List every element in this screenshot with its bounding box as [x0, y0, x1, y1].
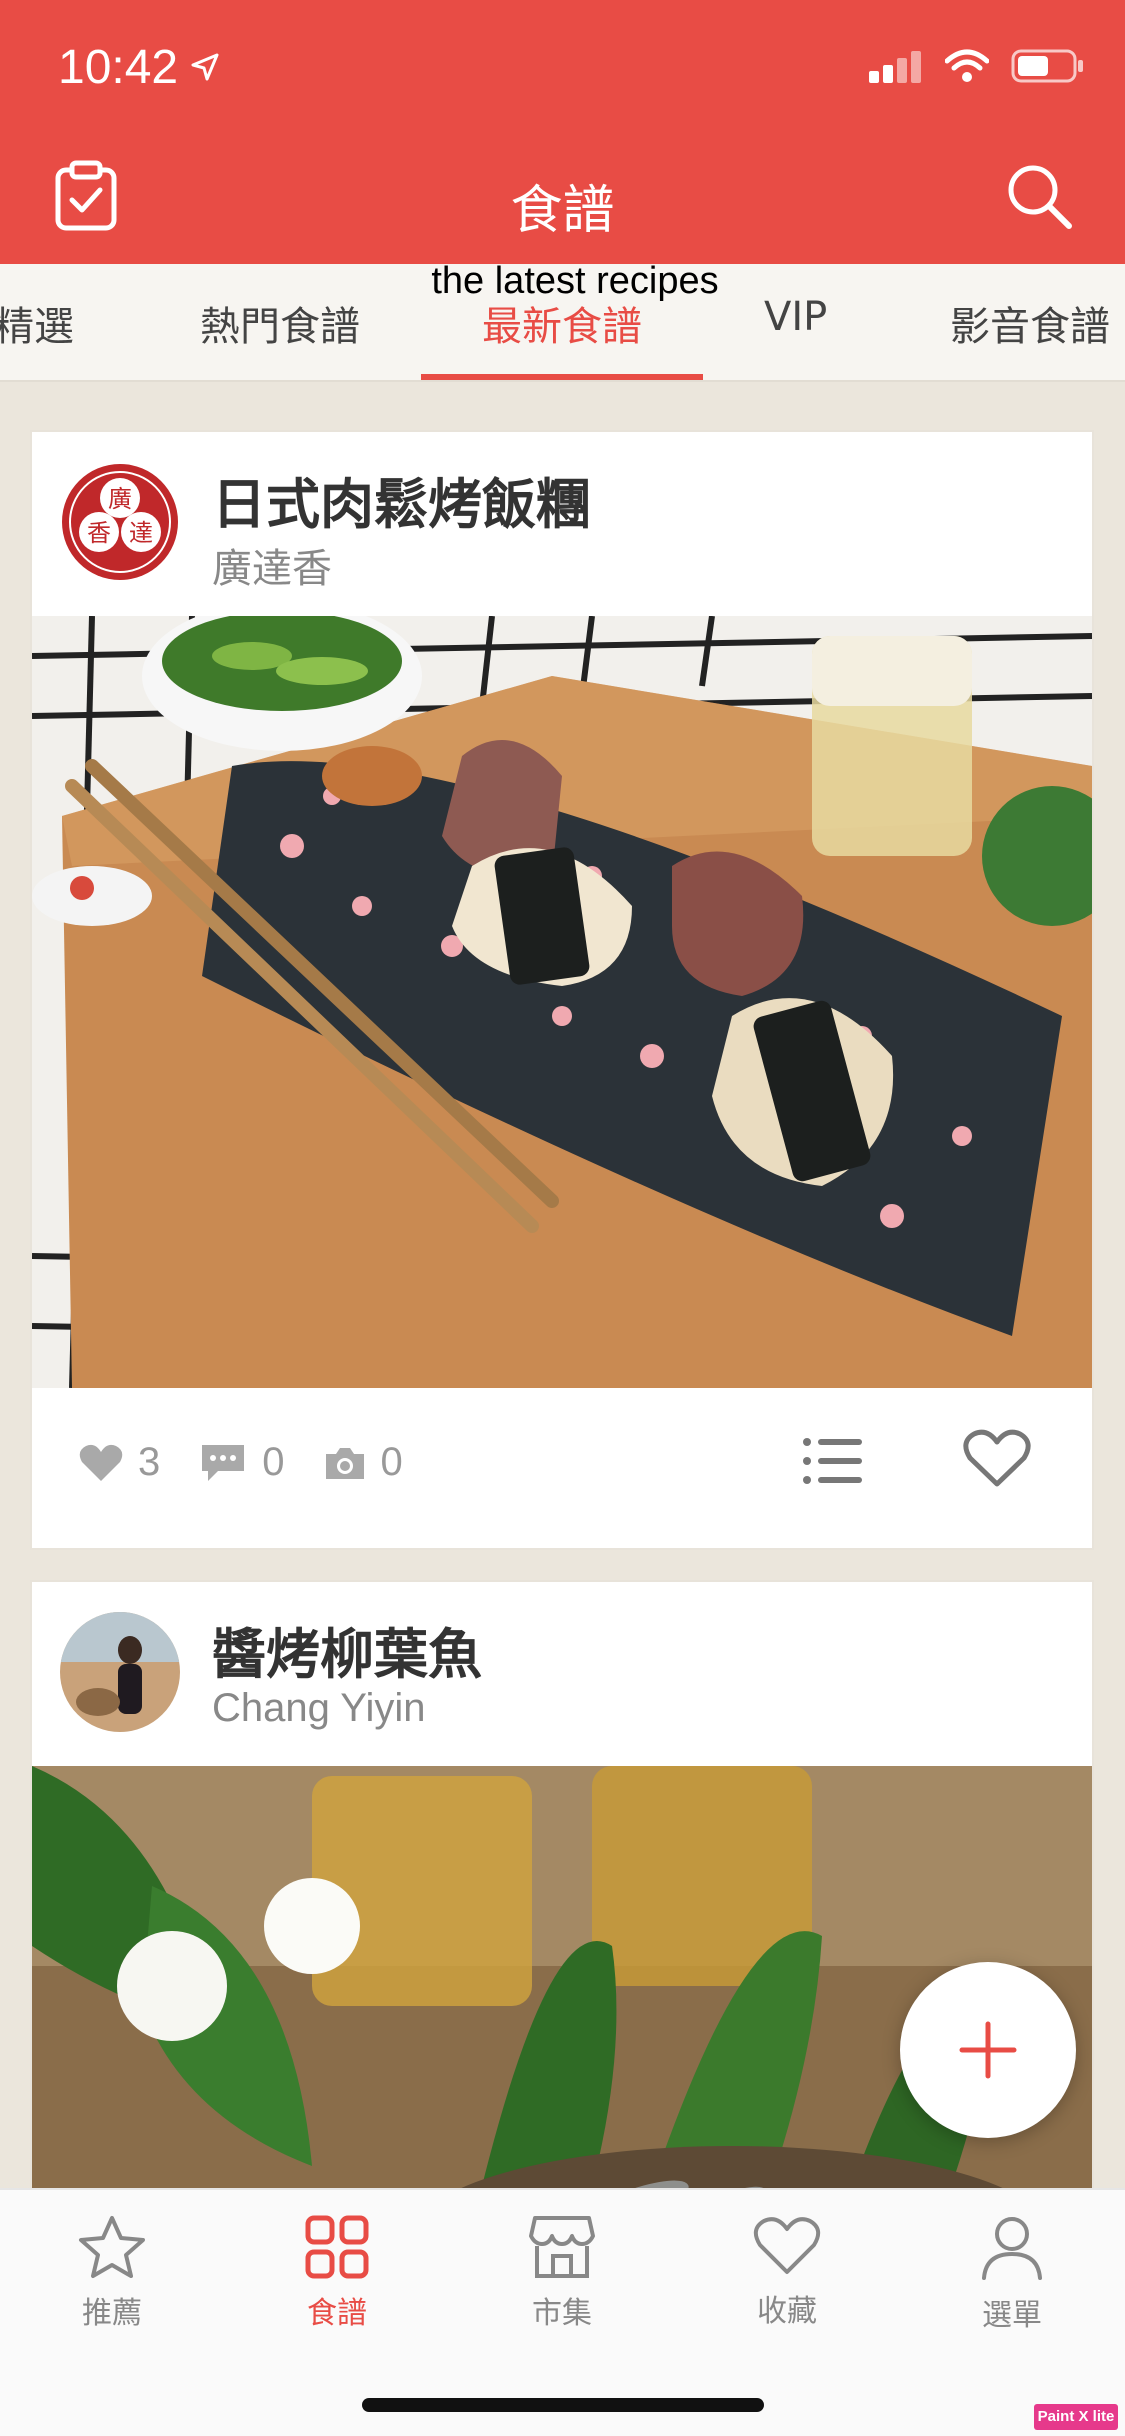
status-icons: [869, 48, 1085, 84]
heart-filled-icon: [79, 1444, 123, 1481]
heart-icon: [753, 2217, 821, 2274]
recipe-title[interactable]: 日式肉鬆烤飯糰: [212, 460, 590, 539]
recipe-title[interactable]: 醬烤柳葉魚: [212, 1610, 482, 1689]
comment-icon: [202, 1444, 245, 1481]
signal-icon: [869, 51, 921, 83]
tab-caption-annotation: the latest recipes: [431, 260, 719, 302]
logo-char: 達: [129, 519, 153, 547]
nav-label: 食譜: [307, 2296, 367, 2331]
app-header: 10:42 食譜: [0, 0, 1125, 264]
author-avatar[interactable]: [60, 1612, 180, 1732]
watermark-badge: Paint X lite: [1034, 2404, 1118, 2430]
battery-icon: [1011, 49, 1083, 83]
recipe-card[interactable]: 醬烤柳葉魚 Chang Yiyin: [30, 1580, 1094, 2280]
logo-char: 廣: [108, 485, 132, 513]
page-title: 食譜: [510, 181, 615, 241]
nav-recommend[interactable]: 推薦: [32, 2214, 192, 2332]
photos-count: 0: [380, 1440, 403, 1484]
nav-label: 推薦: [82, 2296, 142, 2331]
star-icon: [79, 2216, 145, 2278]
search-icon[interactable]: [1005, 162, 1073, 230]
recipe-card[interactable]: 廣 香 達 日式肉鬆烤飯糰 廣達香 3 0 0: [30, 430, 1094, 1550]
plus-icon: [959, 2021, 1017, 2079]
likes-stat: 3: [78, 1440, 160, 1485]
recipe-stats: 3 0 0: [78, 1440, 441, 1485]
person-icon: [982, 2217, 1042, 2280]
wifi-icon: [945, 49, 989, 82]
status-time: 10:42: [58, 41, 179, 94]
comments-stat: 0: [198, 1440, 285, 1485]
likes-count: 3: [138, 1440, 161, 1484]
recipe-author[interactable]: 廣達香: [212, 536, 332, 594]
nav-favorites[interactable]: 收藏: [707, 2214, 867, 2330]
nav-label: 市集: [532, 2296, 592, 2331]
grid-icon: [305, 2215, 369, 2279]
active-tab-indicator: [421, 374, 703, 380]
nav-recipes[interactable]: 食譜: [257, 2214, 417, 2332]
nav-label: 選單: [982, 2298, 1042, 2333]
favorite-heart-icon[interactable]: [962, 1428, 1032, 1490]
camera-icon: [325, 1447, 364, 1479]
location-arrow-icon: [191, 53, 219, 81]
nav-market[interactable]: 市集: [482, 2214, 642, 2332]
comments-count: 0: [262, 1440, 285, 1484]
photos-stat: 0: [323, 1440, 403, 1485]
list-icon[interactable]: [802, 1436, 864, 1486]
recipe-author[interactable]: Chang Yiyin: [212, 1686, 425, 1731]
nav-label: 收藏: [757, 2294, 817, 2329]
home-indicator: [362, 2398, 764, 2412]
recipe-photo[interactable]: [32, 616, 1092, 1388]
store-icon: [529, 2216, 595, 2278]
logo-char: 香: [87, 519, 111, 547]
nav-menu[interactable]: 選單: [932, 2214, 1092, 2334]
author-logo[interactable]: 廣 香 達: [60, 462, 180, 582]
add-recipe-button[interactable]: [900, 1962, 1076, 2138]
